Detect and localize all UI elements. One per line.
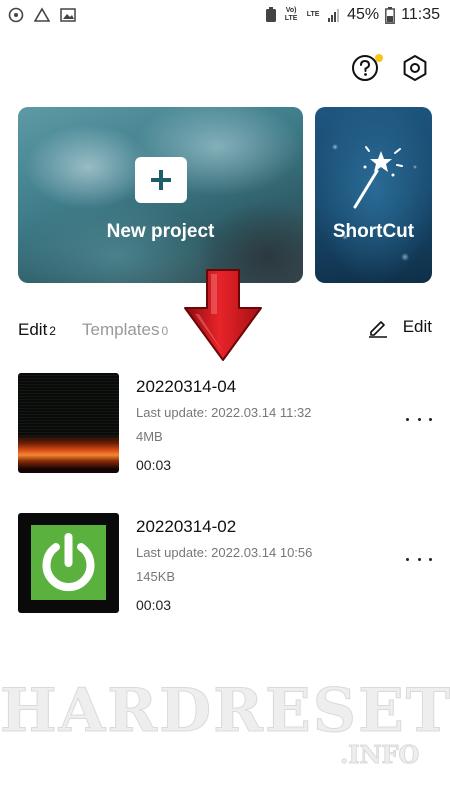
drive-icon: [34, 7, 50, 22]
watermark-suffix: .INFO: [340, 740, 420, 770]
pencil-icon: [368, 321, 387, 338]
image-icon: [60, 8, 76, 22]
project-thumbnail: [18, 373, 119, 473]
red-arrow-down-icon: [184, 269, 262, 361]
project-last-update: Last update: 2022.03.14 10:56: [136, 545, 313, 560]
project-size: 4MB: [136, 429, 163, 444]
more-options-icon[interactable]: [406, 553, 432, 565]
new-project-label: New project: [106, 221, 215, 242]
project-duration: 00:03: [136, 597, 172, 613]
project-duration: 00:03: [136, 457, 172, 473]
tab-templates-count: 0: [161, 324, 169, 338]
android-notification-icon: [8, 7, 24, 23]
battery-icon: [385, 6, 396, 24]
status-right-icons: Vo) LTE LTE 45% 11:35: [265, 6, 440, 24]
power-icon: [42, 533, 95, 592]
tab-edit[interactable]: Edit 2: [18, 320, 56, 340]
more-options-icon[interactable]: [406, 413, 432, 425]
project-item[interactable]: 20220314-02 Last update: 2022.03.14 10:5…: [18, 513, 432, 613]
battery-percentage: 45%: [347, 6, 380, 23]
signal-icon: [328, 9, 340, 22]
project-title: 20220314-04: [136, 377, 237, 396]
project-last-update: Last update: 2022.03.14 11:32: [136, 405, 312, 420]
shortcut-card[interactable]: ShortCut: [315, 107, 432, 283]
status-bar: Vo) LTE LTE 45% 11:35: [0, 0, 450, 32]
project-thumbnail: [18, 513, 119, 613]
project-title: 20220314-02: [136, 517, 237, 536]
tab-edit-count: 2: [49, 324, 56, 338]
project-item[interactable]: 20220314-04 Last update: 2022.03.14 11:3…: [18, 373, 432, 473]
battery-saver-icon: [266, 7, 277, 22]
status-left-icons: [8, 7, 76, 23]
project-size: 145KB: [136, 569, 176, 584]
settings-icon[interactable]: [400, 53, 430, 83]
plus-icon: [135, 157, 187, 203]
tab-edit-label: Edit: [18, 320, 48, 339]
shortcut-label: ShortCut: [332, 221, 415, 242]
new-project-card[interactable]: New project: [18, 107, 303, 283]
clock: 11:35: [401, 6, 440, 23]
lte-indicator: LTE: [306, 11, 320, 18]
magic-wand-icon: [353, 146, 403, 209]
tab-templates[interactable]: Templates 0: [82, 320, 168, 340]
edit-button[interactable]: Edit: [367, 316, 432, 338]
notification-dot: [375, 54, 383, 62]
watermark: HARDRESET: [0, 676, 450, 747]
edit-button-label: Edit: [402, 317, 432, 336]
volte-indicator: Vo) LTE: [284, 7, 298, 22]
tab-templates-label: Templates: [82, 320, 160, 339]
